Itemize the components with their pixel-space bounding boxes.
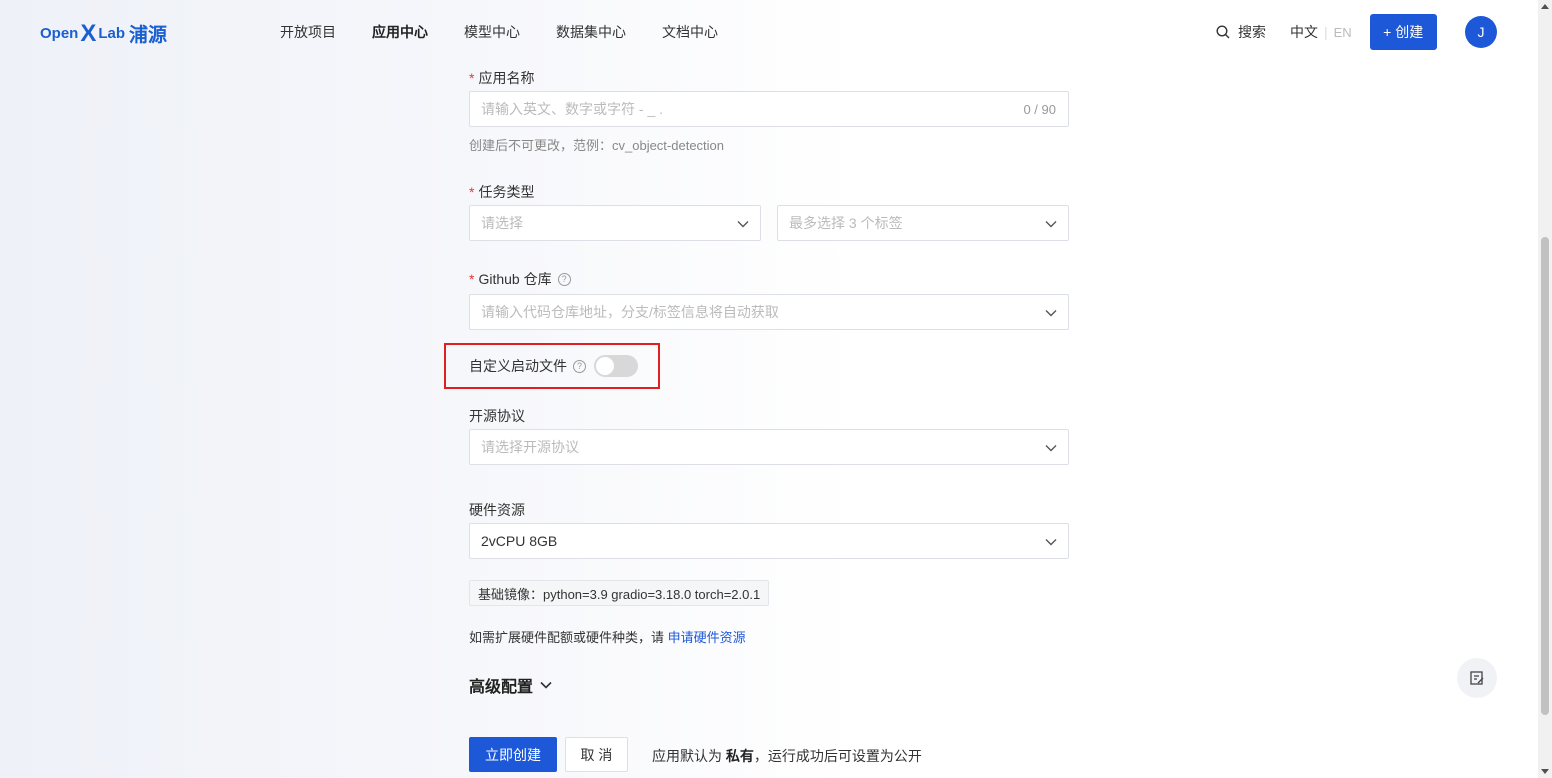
- feedback-button[interactable]: [1457, 658, 1497, 698]
- hardware-expand-note: 如需扩展硬件配额或硬件种类，请 申请硬件资源: [469, 627, 746, 646]
- app-name-input[interactable]: 请输入英文、数字或字符 - _ . 0 / 90: [469, 91, 1069, 127]
- chevron-down-icon: [540, 681, 552, 689]
- advanced-label: 高级配置: [469, 679, 534, 696]
- avatar[interactable]: J: [1465, 16, 1497, 48]
- chevron-down-icon: [1045, 310, 1057, 317]
- help-icon[interactable]: ?: [557, 272, 571, 286]
- cancel-button[interactable]: 取 消: [565, 737, 628, 772]
- language-switch: 中文 | EN: [1290, 22, 1352, 42]
- scroll-down-arrow[interactable]: [1541, 769, 1549, 774]
- nav-model-center[interactable]: 模型中心: [464, 22, 520, 42]
- edit-note-icon: [1470, 671, 1484, 685]
- header-tools: 搜索 中文 | EN + 创建: [1216, 14, 1437, 50]
- chevron-down-icon: [1045, 539, 1057, 546]
- nav-docs-center[interactable]: 文档中心: [662, 22, 718, 42]
- task-tags-placeholder: 最多选择 3 个标签: [789, 215, 903, 231]
- logo-open: Open: [40, 25, 79, 42]
- nav-app-center[interactable]: 应用中心: [372, 22, 428, 42]
- license-label: 开源协议: [469, 406, 525, 426]
- logo-x: X: [80, 19, 97, 47]
- task-tags-select[interactable]: 最多选择 3 个标签: [777, 205, 1069, 241]
- visibility-note: 应用默认为 私有，运行成功后可设置为公开: [652, 746, 922, 766]
- app-name-label: * 应用名称: [469, 68, 534, 88]
- visibility-prefix: 应用默认为: [652, 748, 726, 764]
- hardware-label-text: 硬件资源: [469, 502, 525, 518]
- search-button[interactable]: 搜索: [1216, 22, 1266, 42]
- lang-en[interactable]: EN: [1334, 25, 1352, 40]
- license-placeholder: 请选择开源协议: [481, 439, 579, 455]
- nav-open-projects[interactable]: 开放项目: [280, 22, 336, 42]
- create-now-button[interactable]: 立即创建: [469, 737, 557, 772]
- chevron-down-icon: [737, 221, 749, 228]
- openxlab-logo[interactable]: Open X Lab 浦源: [40, 20, 167, 47]
- top-header: Open X Lab 浦源 开放项目 应用中心 模型中心 数据集中心 文档中心 …: [0, 0, 1538, 62]
- chevron-down-icon: [1045, 445, 1057, 452]
- github-placeholder: 请输入代码仓库地址，分支/标签信息将自动获取: [481, 304, 779, 320]
- required-mark: *: [469, 271, 475, 287]
- license-label-text: 开源协议: [469, 408, 525, 424]
- expand-note-text: 如需扩展硬件配额或硬件种类，请: [469, 630, 668, 645]
- nav-dataset-center[interactable]: 数据集中心: [556, 22, 626, 42]
- create-button[interactable]: + 创建: [1369, 14, 1437, 50]
- main-nav: 开放项目 应用中心 模型中心 数据集中心 文档中心: [280, 22, 754, 42]
- lang-separator: |: [1324, 24, 1328, 40]
- github-repo-select[interactable]: 请输入代码仓库地址，分支/标签信息将自动获取: [469, 294, 1069, 330]
- advanced-config-toggle[interactable]: 高级配置: [469, 673, 553, 697]
- app-name-label-text: 应用名称: [478, 70, 535, 86]
- task-type-label-text: 任务类型: [478, 184, 535, 200]
- scroll-thumb[interactable]: [1541, 237, 1549, 715]
- task-type-label: * 任务类型: [469, 182, 534, 202]
- lang-zh[interactable]: 中文: [1290, 22, 1318, 42]
- search-icon: [1216, 25, 1230, 39]
- task-type-placeholder: 请选择: [481, 215, 523, 231]
- hardware-label: 硬件资源: [469, 500, 525, 520]
- hardware-value: 2vCPU 8GB: [481, 533, 558, 549]
- app-name-placeholder: 请输入英文、数字或字符 - _ .: [481, 101, 664, 117]
- logo-cn: 浦源: [129, 25, 168, 46]
- github-label-text: Github 仓库: [478, 271, 552, 287]
- search-label: 搜索: [1238, 24, 1266, 40]
- visibility-private: 私有: [725, 748, 754, 764]
- scroll-up-arrow[interactable]: [1541, 4, 1549, 9]
- license-select[interactable]: 请选择开源协议: [469, 429, 1069, 465]
- hardware-select[interactable]: 2vCPU 8GB: [469, 523, 1069, 559]
- task-type-select[interactable]: 请选择: [469, 205, 761, 241]
- app-name-counter: 0 / 90: [1023, 101, 1056, 117]
- base-image-badge: 基础镜像：python=3.9 gradio=3.18.0 torch=2.0.…: [469, 580, 770, 606]
- github-label: * Github 仓库 ?: [469, 269, 571, 289]
- app-name-hint: 创建后不可更改，范例：cv_object-detection: [469, 138, 725, 153]
- highlight-box: [444, 343, 660, 389]
- visibility-suffix: ，运行成功后可设置为公开: [753, 748, 922, 764]
- required-mark: *: [469, 70, 475, 86]
- required-mark: *: [469, 184, 475, 200]
- page-scrollbar[interactable]: [1538, 0, 1552, 778]
- logo-lab: Lab: [98, 25, 126, 42]
- chevron-down-icon: [1045, 221, 1057, 228]
- apply-hardware-link[interactable]: 申请硬件资源: [668, 630, 746, 645]
